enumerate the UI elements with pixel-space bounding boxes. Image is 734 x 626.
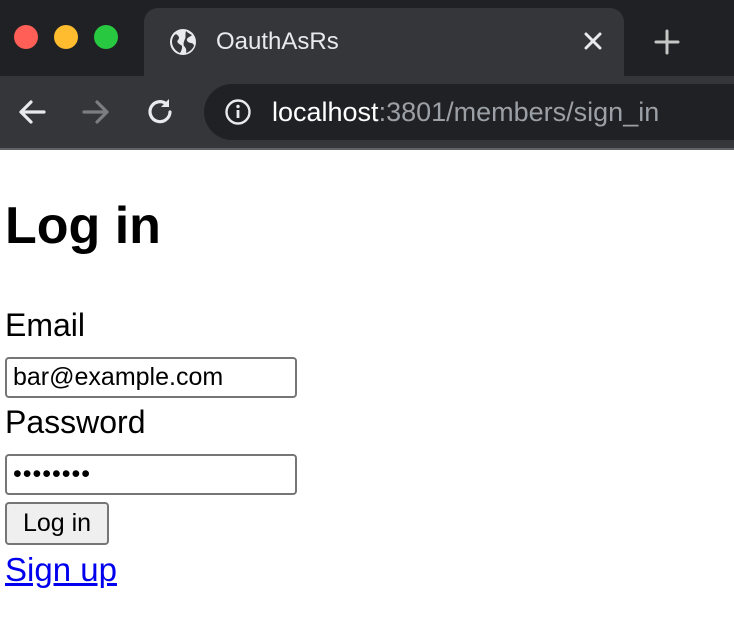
info-icon[interactable] xyxy=(224,98,252,126)
globe-icon xyxy=(170,29,196,55)
email-field[interactable] xyxy=(5,357,297,398)
url-path: :3801/members/sign_in xyxy=(378,97,660,127)
browser-chrome: OauthAsRs localhost:3801/members/sign_in xyxy=(0,0,734,150)
password-label: Password xyxy=(5,404,146,440)
maximize-window-button[interactable] xyxy=(94,25,118,49)
page-title: Log in xyxy=(5,197,161,255)
email-label: Email xyxy=(5,307,86,343)
url-host: localhost xyxy=(272,97,379,127)
minimize-window-button[interactable] xyxy=(54,25,78,49)
address-bar[interactable]: localhost:3801/members/sign_in xyxy=(204,84,734,140)
sign-up-link[interactable]: Sign up xyxy=(5,550,117,590)
tab-title: OauthAsRs xyxy=(216,28,339,55)
browser-toolbar: localhost:3801/members/sign_in xyxy=(0,76,734,148)
reload-icon[interactable] xyxy=(142,94,178,130)
arrow-right-icon[interactable] xyxy=(78,94,114,130)
password-field[interactable] xyxy=(5,454,297,495)
arrow-left-icon[interactable] xyxy=(14,94,50,130)
page-content: Log in Email Password Log in Sign up xyxy=(0,150,734,626)
url-text[interactable]: localhost:3801/members/sign_in xyxy=(272,94,659,130)
log-in-button[interactable]: Log in xyxy=(5,502,109,545)
tab-strip: OauthAsRs xyxy=(0,0,734,76)
browser-tab[interactable]: OauthAsRs xyxy=(144,8,624,76)
plus-icon[interactable] xyxy=(652,27,682,57)
close-tab-icon[interactable] xyxy=(580,28,606,54)
close-window-button[interactable] xyxy=(14,25,38,49)
